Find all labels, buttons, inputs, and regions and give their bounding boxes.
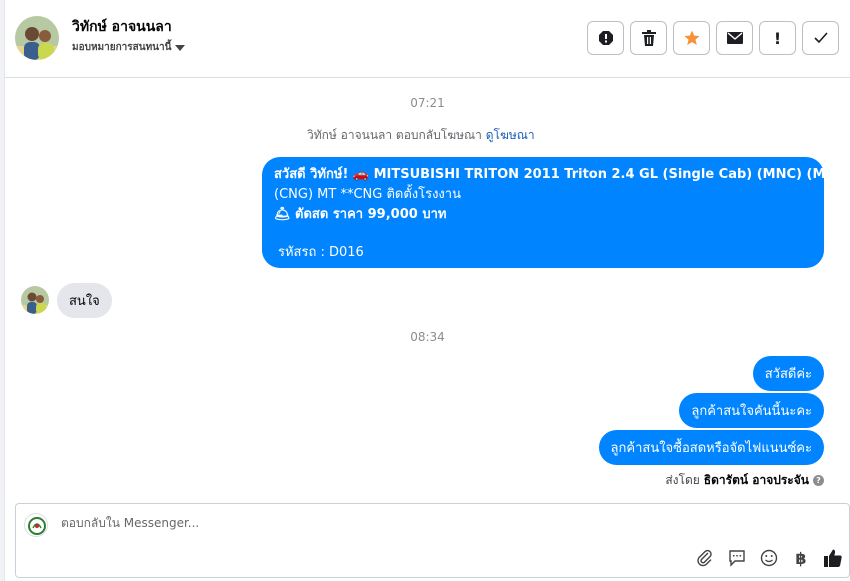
ad-message-code: รหัสรถ : D016 <box>278 245 364 260</box>
sent-by-label: ส่งโดย <box>665 473 700 487</box>
mark-done-button[interactable] <box>802 21 839 55</box>
trash-icon <box>641 30 656 46</box>
emoji-icon <box>760 549 778 567</box>
ad-message-line: สวัสดี วิทักษ์! 🚗 MITSUBISHI TRITON 2011… <box>274 167 850 182</box>
incoming-message-bubble[interactable]: สนใจ <box>57 283 112 318</box>
ad-message-line: (CNG) MT **CNG ติดตั้งโรงงาน <box>274 187 461 202</box>
attach-button[interactable] <box>695 548 715 568</box>
ad-message-price: 🛎 ตัดสด ราคา 99,000 บาท <box>274 207 447 222</box>
star-button[interactable] <box>673 21 710 55</box>
like-button[interactable] <box>823 548 843 568</box>
ad-reply-note: วิทักษ์ อาจนนลา ตอบกลับโฆษณา ดูโฆษณา <box>5 126 850 145</box>
sender-name: ธิดารัตน์ อาจประจัน <box>703 473 809 487</box>
envelope-icon <box>726 32 743 44</box>
outgoing-message-bubble[interactable]: ลูกค้าสนใจซื้อสดหรือจัดไฟแนนซ์คะ <box>598 430 824 465</box>
sent-by-note: ส่งโดย ธิดารัตน์ อาจประจัน ? <box>665 471 824 490</box>
like-icon <box>824 549 842 567</box>
outgoing-message-bubble[interactable]: ลูกค้าสนใจคันนี้นะคะ <box>679 393 824 428</box>
assign-conversation-dropdown[interactable]: มอบหมายการสนทนานี้ <box>72 40 186 55</box>
composer-toolbar: ฿ <box>695 548 843 568</box>
contact-avatar-small[interactable] <box>21 286 49 314</box>
important-icon: ! <box>773 28 782 48</box>
view-ad-link[interactable]: ดูโฆษณา <box>486 128 535 142</box>
contact-avatar[interactable] <box>15 16 59 60</box>
outgoing-message-bubble[interactable]: สวัสดีค่ะ <box>752 356 824 391</box>
info-icon[interactable]: ? <box>813 475 824 486</box>
assign-label: มอบหมายการสนทนานี้ <box>72 42 172 53</box>
saved-reply-icon <box>729 550 745 567</box>
mark-important-button[interactable]: ! <box>759 21 796 55</box>
emoji-button[interactable] <box>759 548 779 568</box>
caret-down-icon <box>175 44 186 51</box>
delete-button[interactable] <box>630 21 667 55</box>
baht-icon: ฿ <box>795 548 807 568</box>
saved-replies-button[interactable] <box>727 548 747 568</box>
timestamp: 08:34 <box>410 330 445 344</box>
conversation-header: วิทักษ์ อาจนนลา มอบหมายการสนทนานี้ ! <box>5 0 850 78</box>
spam-icon <box>598 31 613 45</box>
ad-message-bubble[interactable]: สวัสดี วิทักษ์! 🚗 MITSUBISHI TRITON 2011… <box>262 157 850 268</box>
mark-spam-button[interactable] <box>587 21 624 55</box>
page-logo <box>24 513 48 537</box>
star-icon <box>683 30 700 45</box>
mark-unread-button[interactable] <box>716 21 753 55</box>
check-icon <box>813 32 828 44</box>
header-actions: ! <box>587 21 839 55</box>
timestamp: 07:21 <box>410 96 445 110</box>
contact-name[interactable]: วิทักษ์ อาจนนลา <box>72 16 172 38</box>
reply-input[interactable] <box>61 516 661 530</box>
ad-reply-text: วิทักษ์ อาจนนลา ตอบกลับโฆษณา <box>307 128 486 142</box>
reply-composer: ฿ <box>15 503 850 578</box>
message-thread[interactable]: 07:21 วิทักษ์ อาจนนลา ตอบกลับโฆษณา ดูโฆษ… <box>5 79 850 499</box>
attach-icon <box>697 549 712 567</box>
payment-button[interactable]: ฿ <box>791 548 811 568</box>
